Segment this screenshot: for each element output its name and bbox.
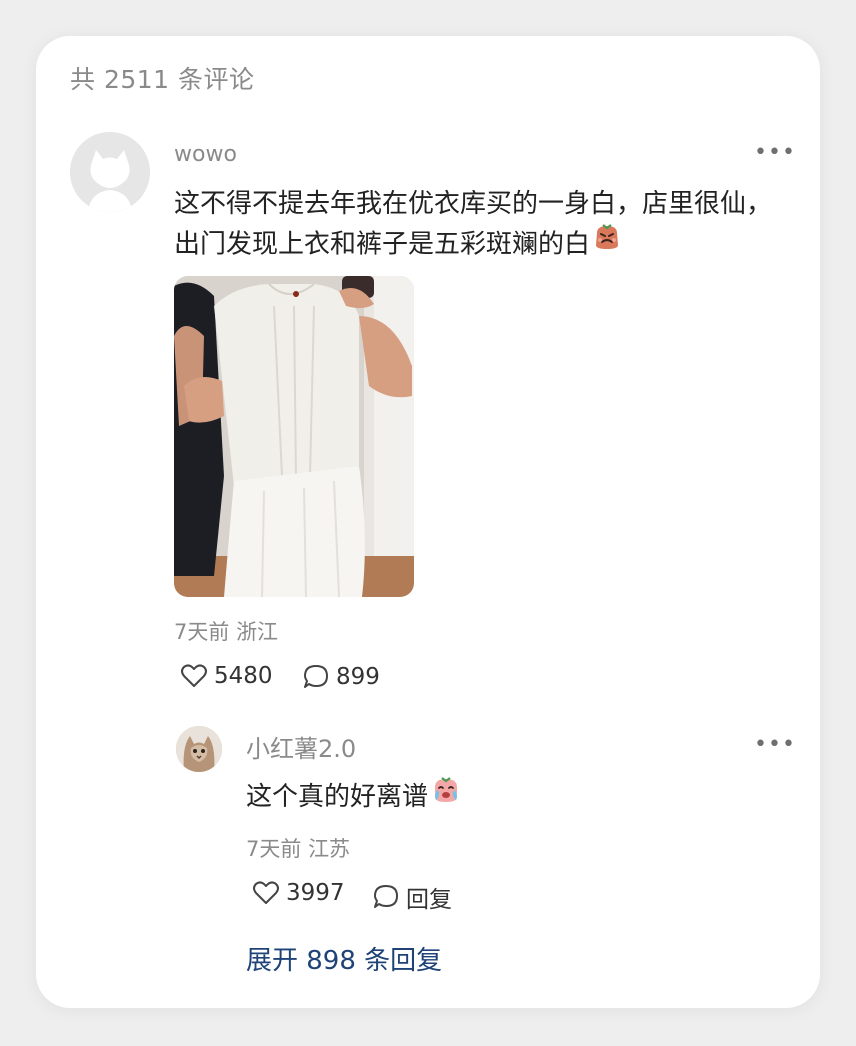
cat-avatar-icon [176, 726, 222, 772]
crying-face-emoji [430, 773, 462, 816]
heart-icon [181, 664, 207, 687]
comment-text: 这不得不提去年我在优衣库买的一身白，店里很仙，出门发现上衣和裤子是五彩斑斓的白 [174, 184, 784, 266]
reply-time: 7天前 [246, 837, 302, 861]
comment-bubble-icon [374, 885, 398, 908]
default-avatar-icon [70, 132, 150, 212]
reply-location: 江苏 [308, 837, 351, 861]
reply-text-body: 这个真的好离谱 [246, 782, 429, 812]
like-button[interactable]: 5480 [180, 663, 273, 689]
comment-username[interactable]: wowo [174, 142, 237, 167]
reply-like-button[interactable]: 3997 [252, 880, 345, 906]
comment-count: 共 2511 条评论 [70, 65, 255, 94]
reply-more-icon[interactable]: ••• [754, 732, 796, 757]
comment-time: 7天前 [174, 620, 230, 644]
comment-text-body: 这不得不提去年我在优衣库买的一身白，店里很仙，出门发现上衣和裤子是五彩斑斓的白 [174, 189, 773, 260]
reply-label: 回复 [406, 887, 452, 913]
reply-avatar[interactable] [176, 726, 222, 772]
reply-like-count: 3997 [286, 880, 345, 906]
angry-face-emoji [592, 221, 622, 263]
more-icon[interactable]: ••• [754, 140, 796, 165]
comment-meta: 7天前 浙江 [174, 616, 278, 646]
avatar[interactable] [70, 132, 150, 212]
heart-icon [253, 881, 279, 904]
comment-location: 浙江 [236, 620, 279, 644]
reply-count-button[interactable]: 899 [302, 663, 380, 691]
outfit-photo [174, 276, 414, 597]
reply-meta: 7天前 江苏 [246, 833, 350, 863]
comment-bubble-icon [304, 665, 328, 688]
reply-count: 899 [336, 664, 380, 690]
reply-username[interactable]: 小红薯2.0 [246, 729, 356, 764]
reply-text: 这个真的好离谱 [246, 776, 462, 819]
expand-replies-button[interactable]: 展开 898 条回复 [246, 940, 442, 977]
comment-panel: 共 2511 条评论 wowo ••• 这不得不提去年我在优衣库买的一身白，店里… [36, 36, 820, 1008]
like-count: 5480 [214, 663, 273, 689]
reply-button[interactable]: 回复 [372, 880, 452, 914]
comment-photo[interactable] [174, 276, 414, 597]
